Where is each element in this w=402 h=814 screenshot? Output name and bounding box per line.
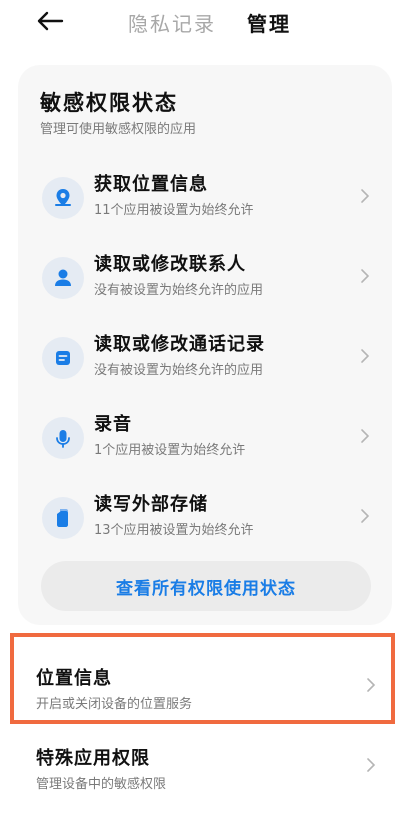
back-button[interactable] bbox=[33, 6, 67, 36]
row-desc: 开启或关闭设备的位置服务 bbox=[36, 697, 193, 712]
storage-icon bbox=[42, 497, 84, 539]
permission-desc: 11个应用被设置为始终允许 bbox=[94, 203, 254, 218]
location-pin-icon bbox=[42, 177, 84, 219]
chevron-right-icon bbox=[364, 754, 378, 776]
chevron-right-icon bbox=[364, 674, 378, 696]
permission-title: 录音 bbox=[94, 414, 132, 435]
permission-item-call-log[interactable]: 读取或修改通话记录 没有被设置为始终允许的应用 bbox=[18, 329, 392, 391]
row-desc: 管理设备中的敏感权限 bbox=[36, 777, 167, 792]
permission-desc: 没有被设置为始终允许的应用 bbox=[94, 363, 264, 378]
permission-title: 读写外部存储 bbox=[94, 494, 208, 515]
row-title: 位置信息 bbox=[36, 668, 112, 689]
tab-manage[interactable]: 管理 bbox=[247, 8, 291, 37]
permission-item-storage[interactable]: 读写外部存储 13个应用被设置为始终允许 bbox=[18, 489, 392, 551]
permission-title: 获取位置信息 bbox=[94, 174, 208, 195]
permission-desc: 没有被设置为始终允许的应用 bbox=[94, 283, 264, 298]
permission-item-microphone[interactable]: 录音 1个应用被设置为始终允许 bbox=[18, 409, 392, 471]
chevron-right-icon bbox=[358, 265, 372, 287]
top-bar: 隐私记录 管理 bbox=[0, 0, 402, 50]
sensitive-permissions-card: 敏感权限状态 管理可使用敏感权限的应用 获取位置信息 11个应用被设置为始终允许… bbox=[18, 65, 392, 625]
tab-privacy-records[interactable]: 隐私记录 bbox=[128, 8, 216, 37]
arrow-left-icon bbox=[37, 11, 64, 31]
chevron-right-icon bbox=[358, 185, 372, 207]
chevron-right-icon bbox=[358, 425, 372, 447]
permission-desc: 13个应用被设置为始终允许 bbox=[94, 523, 254, 538]
view-all-permissions-button[interactable]: 查看所有权限使用状态 bbox=[41, 561, 371, 611]
card-title: 敏感权限状态 bbox=[40, 91, 178, 115]
special-app-permissions-row[interactable]: 特殊应用权限 管理设备中的敏感权限 bbox=[0, 744, 402, 814]
permission-item-contacts[interactable]: 读取或修改联系人 没有被设置为始终允许的应用 bbox=[18, 249, 392, 311]
microphone-icon bbox=[42, 417, 84, 459]
chevron-right-icon bbox=[358, 345, 372, 367]
permission-title: 读取或修改通话记录 bbox=[94, 334, 265, 355]
permission-desc: 1个应用被设置为始终允许 bbox=[94, 443, 246, 458]
call-log-icon bbox=[42, 337, 84, 379]
permission-item-location[interactable]: 获取位置信息 11个应用被设置为始终允许 bbox=[18, 169, 392, 231]
card-subtitle: 管理可使用敏感权限的应用 bbox=[40, 122, 197, 137]
location-settings-row[interactable]: 位置信息 开启或关闭设备的位置服务 bbox=[0, 664, 402, 734]
view-all-label: 查看所有权限使用状态 bbox=[116, 578, 296, 599]
permission-title: 读取或修改联系人 bbox=[94, 254, 246, 275]
person-icon bbox=[42, 257, 84, 299]
row-title: 特殊应用权限 bbox=[36, 748, 150, 769]
chevron-right-icon bbox=[358, 505, 372, 527]
